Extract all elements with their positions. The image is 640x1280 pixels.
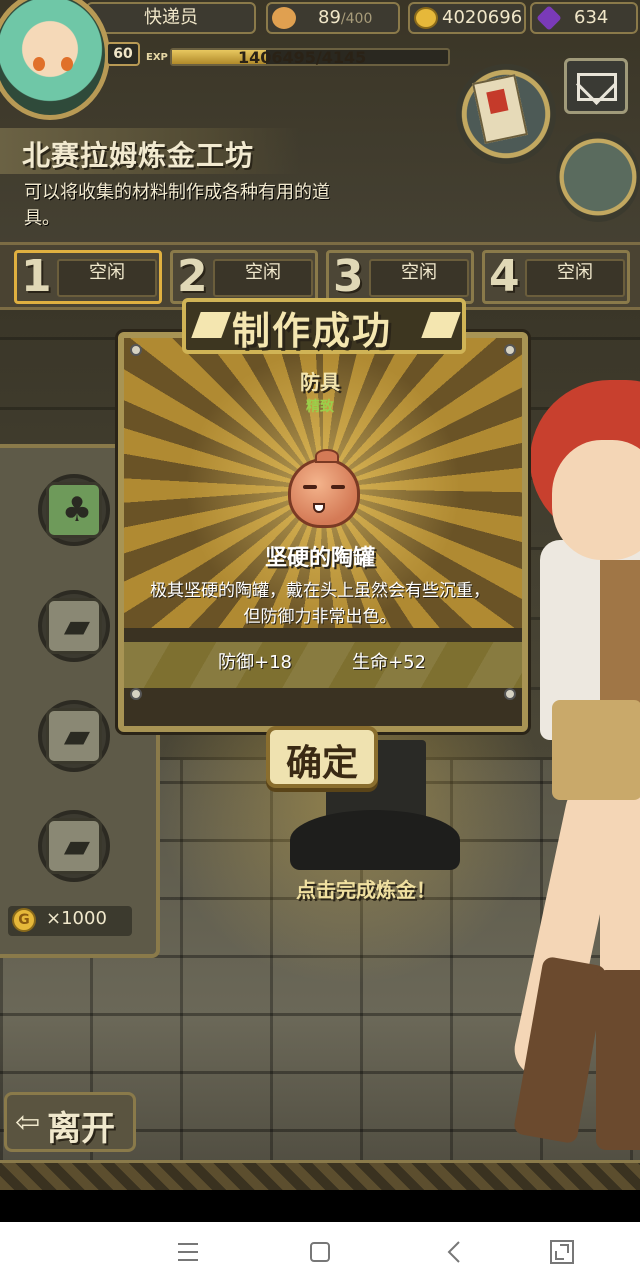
gold-counter[interactable]: 4020696 xyxy=(408,2,526,34)
ore-icon: ▰ xyxy=(46,818,102,874)
bottom-decoration xyxy=(0,1160,640,1190)
home-icon[interactable] xyxy=(298,1230,342,1274)
clover-icon: ♣ xyxy=(46,482,102,538)
item-name: 坚硬的陶罐 xyxy=(264,546,375,571)
alchemy-cost: G ×1000 xyxy=(8,906,132,936)
leave-label: 离开 xyxy=(47,1109,115,1149)
exp-label: EXP xyxy=(146,52,168,63)
pot-eye xyxy=(331,485,345,489)
gem-icon xyxy=(536,5,562,31)
item-category: 防具 xyxy=(300,370,340,394)
slot-number: 1 xyxy=(21,251,52,302)
screen-gap xyxy=(0,1190,640,1222)
gold-coin-icon xyxy=(414,7,438,29)
back-icon[interactable] xyxy=(432,1230,476,1274)
slot-status: 空闲 xyxy=(213,259,313,297)
slot-status: 空闲 xyxy=(57,259,157,297)
material-slot[interactable]: ▰ xyxy=(38,700,110,772)
material-slot[interactable]: ▰ xyxy=(38,590,110,662)
avatar-eye xyxy=(61,57,73,71)
material-slot[interactable]: ♣ xyxy=(38,474,110,546)
ore-icon: ▰ xyxy=(46,708,102,764)
workshop-description: 可以将收集的材料制作成各种有用的道具。 xyxy=(24,182,330,229)
cost-value: ×1000 xyxy=(46,908,107,929)
mail-button[interactable] xyxy=(564,58,628,114)
pot-eye xyxy=(303,485,317,489)
player-avatar[interactable] xyxy=(0,0,110,120)
screw-icon xyxy=(504,688,516,700)
expand-icon[interactable] xyxy=(540,1230,584,1274)
gold-value: 4020696 xyxy=(442,7,523,28)
envelope-icon xyxy=(577,73,617,101)
item-quality: 精致 xyxy=(306,399,334,415)
backpack-button[interactable] xyxy=(556,132,640,222)
pot-lid xyxy=(315,449,339,463)
craft-slot-3[interactable]: 3 空闲 xyxy=(326,250,474,304)
workshop-title: 北赛拉姆炼金工坊 xyxy=(22,139,255,172)
craft-slot-1[interactable]: 1 空闲 xyxy=(14,250,162,304)
stamina-counter[interactable]: 89/400 xyxy=(266,2,400,34)
gold-coin-icon: G xyxy=(12,908,36,932)
ore-icon: ▰ xyxy=(46,598,102,654)
screw-icon xyxy=(130,344,142,356)
game-screen: 点击完成炼金！ ♣ ▰ ▰ ▰ G ×1000 快递员 60 EXP 14064… xyxy=(0,0,640,1190)
character-boot xyxy=(596,970,640,1150)
exp-value: 1406495/4145 xyxy=(238,48,367,67)
system-nav-bar xyxy=(0,1222,640,1280)
character-shorts xyxy=(552,700,640,800)
gem-counter[interactable]: 634 xyxy=(530,2,638,34)
slot-number: 3 xyxy=(333,251,364,302)
item-description: 极其坚硬的陶罐，戴在头上虽然会有些沉重， 但防御力非常出色。 xyxy=(130,578,510,630)
stamina-value: 89/400 xyxy=(318,7,373,28)
item-description-line: 极其坚硬的陶罐，戴在头上虽然会有些沉重， xyxy=(150,581,490,601)
clay-pot-icon xyxy=(288,449,360,528)
dialog-title: 制作成功 xyxy=(232,309,393,353)
player-name: 快递员 xyxy=(86,2,256,34)
screw-icon xyxy=(130,688,142,700)
slot-status: 空闲 xyxy=(369,259,469,297)
material-slot[interactable]: ▰ xyxy=(38,810,110,882)
menu-icon[interactable] xyxy=(166,1230,210,1274)
bread-icon xyxy=(272,7,296,29)
health-stat: 生命+52 xyxy=(352,652,426,673)
pedestal-base xyxy=(290,810,460,870)
item-description-line: 但防御力非常出色。 xyxy=(243,607,397,627)
slot-number: 4 xyxy=(489,251,520,302)
craft-slot-2[interactable]: 2 空闲 xyxy=(170,250,318,304)
arrow-left-icon: ⇦ xyxy=(15,1105,41,1140)
avatar-eye xyxy=(33,57,45,71)
player-level: 60 xyxy=(106,42,140,66)
gem-value: 634 xyxy=(574,7,609,28)
confirm-button[interactable]: 确定 xyxy=(266,726,378,788)
craft-slot-4[interactable]: 4 空闲 xyxy=(482,250,630,304)
screw-icon xyxy=(504,344,516,356)
leave-button[interactable]: ⇦ 离开 xyxy=(4,1092,136,1152)
scroll-icon xyxy=(472,74,528,144)
confirm-label: 确定 xyxy=(285,743,358,784)
quest-scroll-button[interactable] xyxy=(456,64,556,164)
pot-mouth xyxy=(313,503,325,513)
defense-stat: 防御+18 xyxy=(218,652,292,673)
slot-status: 空闲 xyxy=(525,259,625,297)
stats-band xyxy=(124,642,522,688)
complete-hint[interactable]: 点击完成炼金！ xyxy=(296,874,436,903)
slot-number: 2 xyxy=(177,251,208,302)
